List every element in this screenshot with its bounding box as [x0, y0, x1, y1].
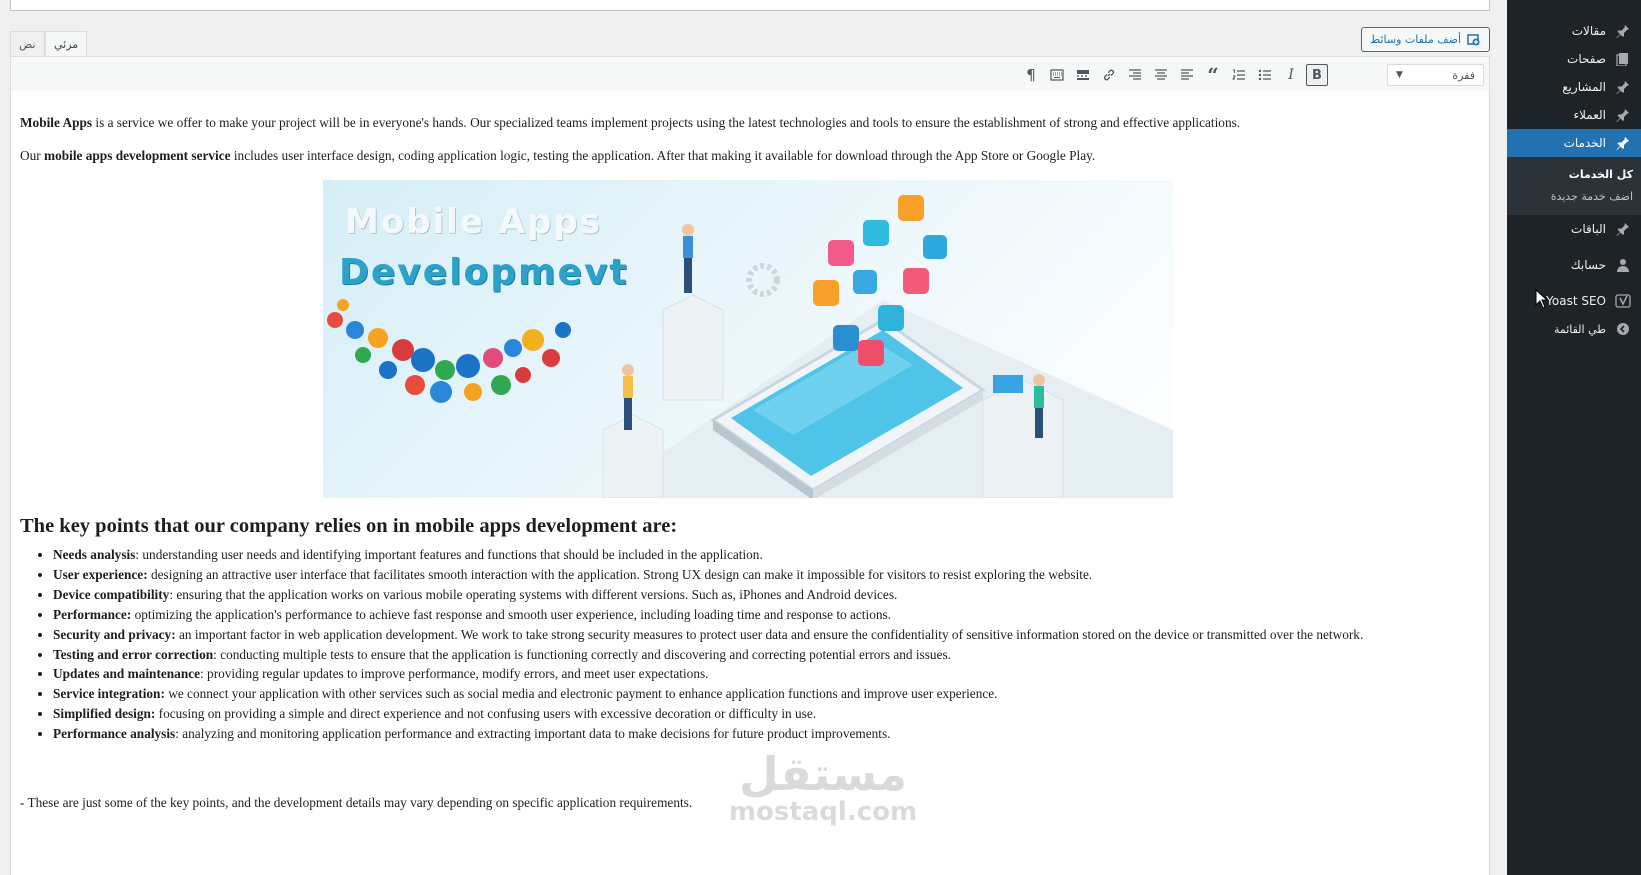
- text: includes user interface design, coding a…: [230, 148, 1096, 163]
- editor-content[interactable]: Mobile Apps is a service we offer to mak…: [10, 91, 1490, 875]
- toolbar-toggle-icon[interactable]: [1046, 64, 1068, 86]
- editor-toolbar: فقرة ▼ B I “ ¶: [10, 56, 1490, 92]
- list-item-term: User experience:: [53, 566, 148, 582]
- sidebar-subitem[interactable]: كل الخدمات: [1507, 163, 1641, 185]
- sidebar-item[interactable]: العملاء: [1507, 101, 1641, 129]
- bold-text: mobile apps development service: [44, 148, 231, 163]
- numbered-list-icon[interactable]: [1228, 64, 1250, 86]
- italic-icon[interactable]: I: [1280, 64, 1302, 86]
- paragraph: Our mobile apps development service incl…: [20, 148, 1095, 164]
- key-points-list: Needs analysis: understanding user needs…: [53, 545, 1453, 744]
- sidebar-item[interactable]: طي القائمة: [1507, 315, 1641, 343]
- list-item: Service integration: we connect your app…: [53, 684, 1453, 704]
- list-item-term: Device compatibility: [53, 586, 170, 602]
- list-item-text: : conducting multiple tests to ensure th…: [213, 646, 951, 662]
- list-item-term: Simplified design:: [53, 706, 156, 722]
- pin-icon: [1613, 77, 1633, 97]
- link-icon[interactable]: [1098, 64, 1120, 86]
- list-item-term: Needs analysis: [53, 547, 136, 562]
- admin-sidebar: مقالات صفحات المشاريع العملاء الخدمات كل الخد…: [1499, 0, 1641, 875]
- bullet-list-icon[interactable]: [1254, 64, 1276, 86]
- collapse-icon: [1613, 319, 1633, 339]
- list-item-text: optimizing the application's performance…: [131, 606, 891, 622]
- align-center-icon[interactable]: [1150, 64, 1172, 86]
- add-media-label: أضف ملفات وسائط: [1370, 33, 1461, 46]
- list-item-term: Performance:: [53, 606, 132, 622]
- pin-icon: [1613, 219, 1633, 239]
- bold-icon[interactable]: B: [1306, 64, 1328, 86]
- sidebar-item-label: صفحات: [1567, 52, 1606, 66]
- sidebar-subitem[interactable]: اضف خدمة جديدة: [1507, 185, 1641, 207]
- list-item-term: Updates and maintenance: [53, 666, 201, 682]
- sidebar-item-label: الخدمات: [1563, 136, 1606, 150]
- list-item: Simplified design: focusing on providing…: [53, 704, 1453, 724]
- image-title-line1: Mobile Apps: [345, 202, 602, 242]
- tab-visual[interactable]: مرئي: [45, 31, 88, 57]
- section-heading: The key points that our company relies o…: [20, 515, 678, 537]
- list-item-term: Security and privacy:: [53, 626, 176, 642]
- format-select[interactable]: فقرة ▼: [1387, 64, 1484, 86]
- list-item: Needs analysis: understanding user needs…: [53, 545, 1453, 565]
- sidebar-item-label: الباقات: [1571, 222, 1606, 236]
- mouse-cursor-icon: [1535, 289, 1549, 309]
- list-item: User experience: designing an attractive…: [53, 565, 1453, 585]
- pages-icon: [1613, 49, 1633, 69]
- title-field[interactable]: [10, 0, 1490, 11]
- list-item-text: : understanding user needs and identifyi…: [135, 547, 763, 562]
- add-media-icon: [1467, 33, 1481, 47]
- list-item-text: : analyzing and monitoring application p…: [175, 726, 891, 742]
- list-item: Testing and error correction: conducting…: [53, 645, 1453, 665]
- sidebar-item[interactable]: صفحات: [1507, 45, 1641, 73]
- list-item-text: focusing on providing a simple and direc…: [155, 706, 817, 722]
- list-item-text: : ensuring that the application works on…: [169, 586, 898, 602]
- sidebar-item-label: Yoast SEO: [1546, 294, 1606, 308]
- list-item-text: designing an attractive user interface t…: [147, 566, 1093, 582]
- sidebar-item-label: طي القائمة: [1553, 322, 1606, 336]
- align-right-icon[interactable]: [1124, 64, 1146, 86]
- chevron-down-icon: ▼: [1396, 70, 1403, 80]
- bold-text: Mobile Apps: [20, 115, 93, 130]
- format-select-value: فقرة: [1452, 68, 1475, 82]
- sidebar-item-label: مقالات: [1571, 24, 1606, 38]
- list-item-text: : providing regular updates to improve p…: [200, 666, 709, 682]
- sidebar-item-label: حسابك: [1570, 258, 1606, 272]
- list-item: Updates and maintenance: providing regul…: [53, 664, 1453, 684]
- list-item: Device compatibility: ensuring that the …: [53, 585, 1453, 605]
- sidebar-item-label: المشاريع: [1562, 80, 1606, 94]
- paragraph: Mobile Apps is a service we offer to mak…: [20, 115, 1240, 131]
- sidebar-item[interactable]: الباقات: [1507, 215, 1641, 243]
- list-item: Performance: optimizing the application'…: [53, 605, 1453, 625]
- list-item-text: we connect your application with other s…: [164, 686, 998, 702]
- list-item-term: Testing and error correction: [53, 646, 214, 662]
- add-media-button[interactable]: أضف ملفات وسائط: [1361, 27, 1490, 52]
- post-editor: أضف ملفات وسائط نص مرئي فقرة ▼ B I “ ¶ M…: [10, 0, 1490, 875]
- text: Our: [20, 148, 45, 163]
- align-left-icon[interactable]: [1176, 64, 1198, 86]
- pin-icon: [1613, 21, 1633, 41]
- list-item-term: Performance analysis: [53, 726, 176, 742]
- sidebar-item[interactable]: Yoast SEO: [1507, 287, 1641, 315]
- sidebar-item[interactable]: حسابك: [1507, 251, 1641, 279]
- list-item: Performance analysis: analyzing and moni…: [53, 724, 1453, 744]
- yoast-icon: [1613, 291, 1633, 311]
- tab-text[interactable]: نص: [10, 31, 45, 57]
- user-icon: [1613, 255, 1633, 275]
- pin-icon: [1613, 133, 1633, 153]
- read-more-icon[interactable]: [1072, 64, 1094, 86]
- pin-icon: [1613, 105, 1633, 125]
- text: is a service we offer to make your proje…: [92, 115, 1241, 130]
- mobile-apps-illustration[interactable]: Mobile Apps Developmevt: [323, 180, 1173, 498]
- sidebar-item[interactable]: الخدمات: [1499, 129, 1641, 157]
- paragraph-mark-icon[interactable]: ¶: [1020, 64, 1042, 86]
- sidebar-item-label: العملاء: [1573, 108, 1606, 122]
- image-title-line2: Developmevt: [339, 252, 629, 293]
- sidebar-submenu: كل الخدمات اضف خدمة جديدة: [1507, 157, 1641, 215]
- list-item: Security and privacy: an important facto…: [53, 625, 1453, 645]
- sidebar-item[interactable]: المشاريع: [1507, 73, 1641, 101]
- footer-note: - These are just some of the key points,…: [20, 795, 693, 810]
- list-item-text: an important factor in web application d…: [175, 626, 1364, 642]
- sidebar-item[interactable]: مقالات: [1507, 17, 1641, 45]
- list-item-term: Service integration:: [53, 686, 165, 702]
- blockquote-icon[interactable]: “: [1202, 64, 1224, 86]
